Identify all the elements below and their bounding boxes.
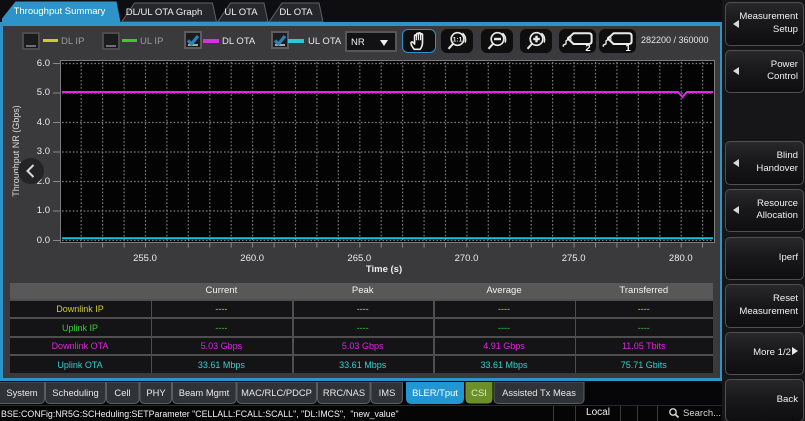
svg-text:DL/UL OTA Graph: DL/UL OTA Graph <box>126 7 203 18</box>
svg-text:Cell: Cell <box>114 387 130 398</box>
svg-text:Scheduling: Scheduling <box>52 387 98 398</box>
svg-text:System: System <box>6 387 37 398</box>
svg-text:CSI: CSI <box>471 387 487 398</box>
svg-text:DL OTA: DL OTA <box>279 7 313 18</box>
svg-text:1: 1 <box>625 43 631 53</box>
svg-text:PHY: PHY <box>146 387 166 398</box>
svg-text:UL OTA: UL OTA <box>224 7 258 18</box>
svg-text:IMS: IMS <box>379 387 396 398</box>
svg-text:1:1: 1:1 <box>453 37 463 44</box>
svg-text:Throughput Summary: Throughput Summary <box>14 6 106 17</box>
svg-text:Beam Mgmt: Beam Mgmt <box>179 387 230 398</box>
svg-text:Assisted Tx Meas: Assisted Tx Meas <box>502 387 576 398</box>
svg-text:MAC/RLC/PDCP: MAC/RLC/PDCP <box>241 387 312 398</box>
svg-text:RRC/NAS: RRC/NAS <box>323 387 365 398</box>
svg-text:2: 2 <box>585 43 590 53</box>
svg-text:BLER/Tput: BLER/Tput <box>412 387 458 398</box>
